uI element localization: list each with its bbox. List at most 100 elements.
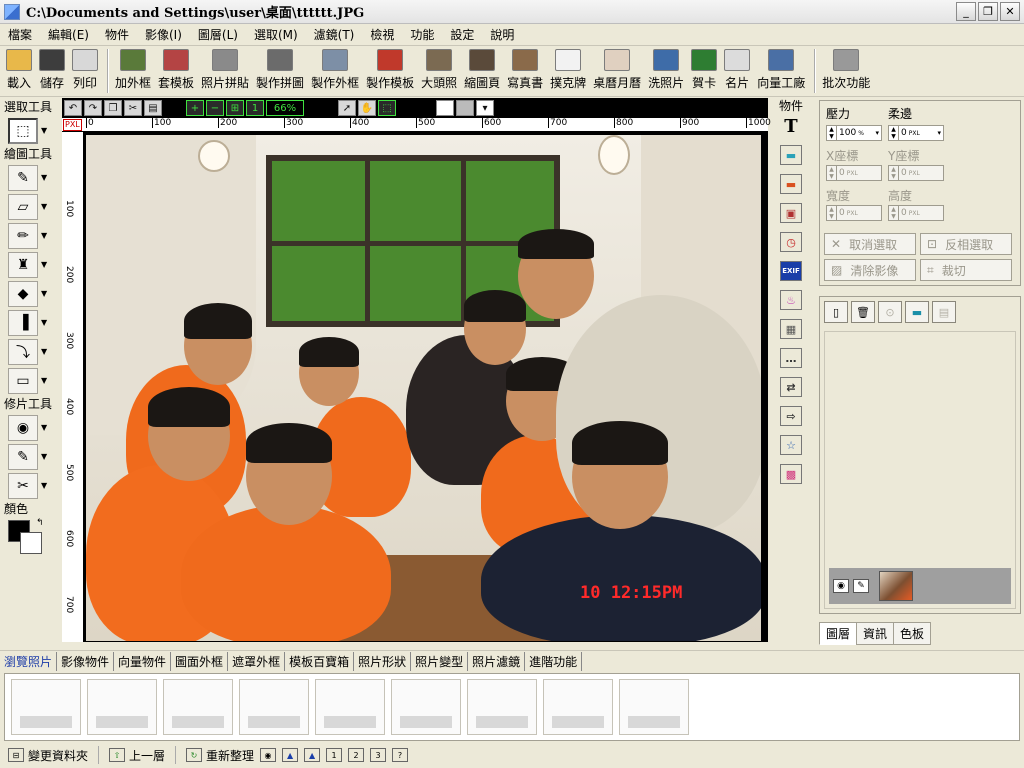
toolbar-button-17[interactable]: 向量工廠 (755, 47, 807, 91)
up-level-button[interactable]: ⇧ 上一層 (109, 747, 165, 764)
menu-item-1[interactable]: 編輯(E) (40, 26, 97, 43)
height-spinner[interactable]: ▲ ▼ 0 PXL (888, 205, 944, 221)
swap-colors-icon[interactable]: ↰ (36, 518, 44, 528)
chevron-down-icon[interactable]: ▼ (41, 202, 47, 211)
thumbnail[interactable] (163, 679, 233, 735)
menu-item-7[interactable]: 檢視 (362, 26, 402, 43)
clock-icon[interactable]: ◷ (780, 232, 802, 252)
brush-icon[interactable]: ✎ (8, 164, 38, 191)
clear-image-button[interactable]: ▨ 清除影像 (824, 259, 916, 281)
paste-icon[interactable]: ▤ (144, 100, 162, 116)
pointer-icon[interactable]: ➚ (338, 100, 356, 116)
toolbar-button-10[interactable]: 縮圖頁 (462, 47, 502, 91)
invert-selection-button[interactable]: ⊡ 反相選取 (920, 233, 1012, 255)
layer-row[interactable]: ◉ ✎ (829, 568, 1011, 604)
gray-background-icon[interactable] (456, 100, 474, 116)
bottom-tab-6[interactable]: 照片形狀 (354, 652, 412, 671)
photo-canvas[interactable]: 10 12:15PM (86, 135, 761, 641)
white-background-icon[interactable] (436, 100, 454, 116)
speech-bubble-icon[interactable]: … (780, 348, 802, 368)
refresh-button[interactable]: ↻ 重新整理 (186, 747, 254, 764)
bottom-tab-1[interactable]: 影像物件 (57, 652, 115, 671)
pressure-spinner[interactable]: ▲ ▼ 100% ▾ (826, 125, 882, 141)
edit-layer-icon[interactable]: ✎ (853, 579, 869, 593)
eye-icon[interactable]: ◉ (833, 579, 849, 593)
toolbar-button-5[interactable]: 照片拼貼 (199, 47, 251, 91)
toolbar-button-14[interactable]: 洗照片 (646, 47, 686, 91)
view-size-2-icon[interactable]: 2 (348, 748, 365, 762)
toolbar-button-16[interactable]: 名片 (722, 47, 752, 91)
retouch-brush-icon[interactable]: ✎ (8, 443, 38, 470)
select-frame-icon[interactable]: ⬚ (378, 100, 396, 116)
view-size-3-icon[interactable]: 3 (370, 748, 387, 762)
menu-item-9[interactable]: 設定 (442, 26, 482, 43)
toolbar-button-8[interactable]: 製作模板 (364, 47, 416, 91)
chevron-down-icon[interactable]: ▼ (41, 481, 47, 490)
eraser-icon[interactable]: ▱ (8, 193, 38, 220)
toolbar-button-15[interactable]: 賀卡 (689, 47, 719, 91)
fit-window-icon[interactable]: ⊞ (226, 100, 244, 116)
menu-item-4[interactable]: 圖層(L) (190, 26, 246, 43)
minimize-button[interactable]: _ (956, 2, 976, 21)
panel-tab-2[interactable]: 色板 (893, 622, 932, 645)
chevron-down-icon[interactable]: ▼ (41, 260, 47, 269)
y-spinner[interactable]: ▲ ▼ 0 PXL (888, 165, 944, 181)
cut-person-icon[interactable]: ✂ (8, 472, 38, 499)
chevron-down-icon[interactable]: ▼ (41, 452, 47, 461)
toolbar-button-6[interactable]: 製作拼圖 (254, 47, 306, 91)
thumbnail[interactable] (543, 679, 613, 735)
menu-item-3[interactable]: 影像(I) (137, 26, 190, 43)
panel-tab-0[interactable]: 圖層 (819, 622, 858, 645)
image-icon[interactable]: ▬ (780, 145, 802, 165)
menu-item-5[interactable]: 選取(M) (246, 26, 306, 43)
menu-item-10[interactable]: 說明 (482, 26, 522, 43)
copy-icon[interactable]: ❐ (104, 100, 122, 116)
chevron-down-icon[interactable]: ▼ (41, 376, 47, 385)
cut-icon[interactable]: ✂ (124, 100, 142, 116)
merge-layer-icon[interactable]: ▤ (932, 301, 956, 323)
redo-icon[interactable]: ↷ (84, 100, 102, 116)
view-size-1-icon[interactable]: 1 (326, 748, 343, 762)
double-arrow-icon[interactable]: ⇄ (780, 377, 802, 397)
bottom-tab-2[interactable]: 向量物件 (114, 652, 172, 671)
layered-image-icon[interactable]: ▣ (780, 203, 802, 223)
thumbnail[interactable] (87, 679, 157, 735)
new-layer-icon[interactable]: ▯ (824, 301, 848, 323)
toolbar-button-18[interactable]: 批次功能 (820, 47, 872, 91)
background-dropdown-icon[interactable]: ▾ (476, 100, 494, 116)
mosaic-icon[interactable]: ▩ (780, 464, 802, 484)
chevron-down-icon[interactable]: ▼ (41, 347, 47, 356)
zoom-out-icon[interactable]: − (206, 100, 224, 116)
toolbar-button-9[interactable]: 大頭照 (419, 47, 459, 91)
bottom-tab-7[interactable]: 照片變型 (411, 652, 469, 671)
picture-icon[interactable]: ▬ (780, 174, 802, 194)
red-eye-icon[interactable]: ◉ (8, 414, 38, 441)
soften-spinner[interactable]: ▲ ▼ 0 PXL ▾ (888, 125, 944, 141)
bottom-tab-3[interactable]: 圖面外框 (171, 652, 229, 671)
text-icon[interactable]: T (780, 116, 802, 137)
sort-asc-icon[interactable]: ▲ (282, 748, 299, 762)
toolbar-button-11[interactable]: 寫真書 (505, 47, 545, 91)
toolbar-button-1[interactable]: 儲存 (37, 47, 67, 91)
bottom-tab-4[interactable]: 遮罩外框 (228, 652, 286, 671)
close-button[interactable]: ✕ (1000, 2, 1020, 21)
bottom-tab-5[interactable]: 模板百寶箱 (285, 652, 355, 671)
thumbnail[interactable] (467, 679, 537, 735)
chevron-down-icon[interactable]: ▼ (41, 423, 47, 432)
bottom-tab-0[interactable]: 瀏覽照片 (0, 652, 58, 671)
fill-bucket-icon[interactable]: ◆ (8, 280, 38, 307)
help-icon[interactable]: ? (392, 748, 409, 762)
undo-icon[interactable]: ↶ (64, 100, 82, 116)
thumbnail[interactable] (391, 679, 461, 735)
toolbar-button-13[interactable]: 桌曆月曆 (591, 47, 643, 91)
panel-tab-1[interactable]: 資訊 (856, 622, 895, 645)
zoom-in-icon[interactable]: + (186, 100, 204, 116)
star-icon[interactable]: ☆ (780, 435, 802, 455)
toolbar-button-12[interactable]: 撲克牌 (548, 47, 588, 91)
toolbar-button-0[interactable]: 載入 (4, 47, 34, 91)
delete-layer-icon[interactable]: 🗑 (851, 301, 875, 323)
chevron-down-icon[interactable]: ▼ (41, 231, 47, 240)
eyedropper-icon[interactable]: ⤵ (8, 338, 38, 365)
chevron-down-icon[interactable]: ▼ (41, 289, 47, 298)
sort-desc-icon[interactable]: ▲ (304, 748, 321, 762)
